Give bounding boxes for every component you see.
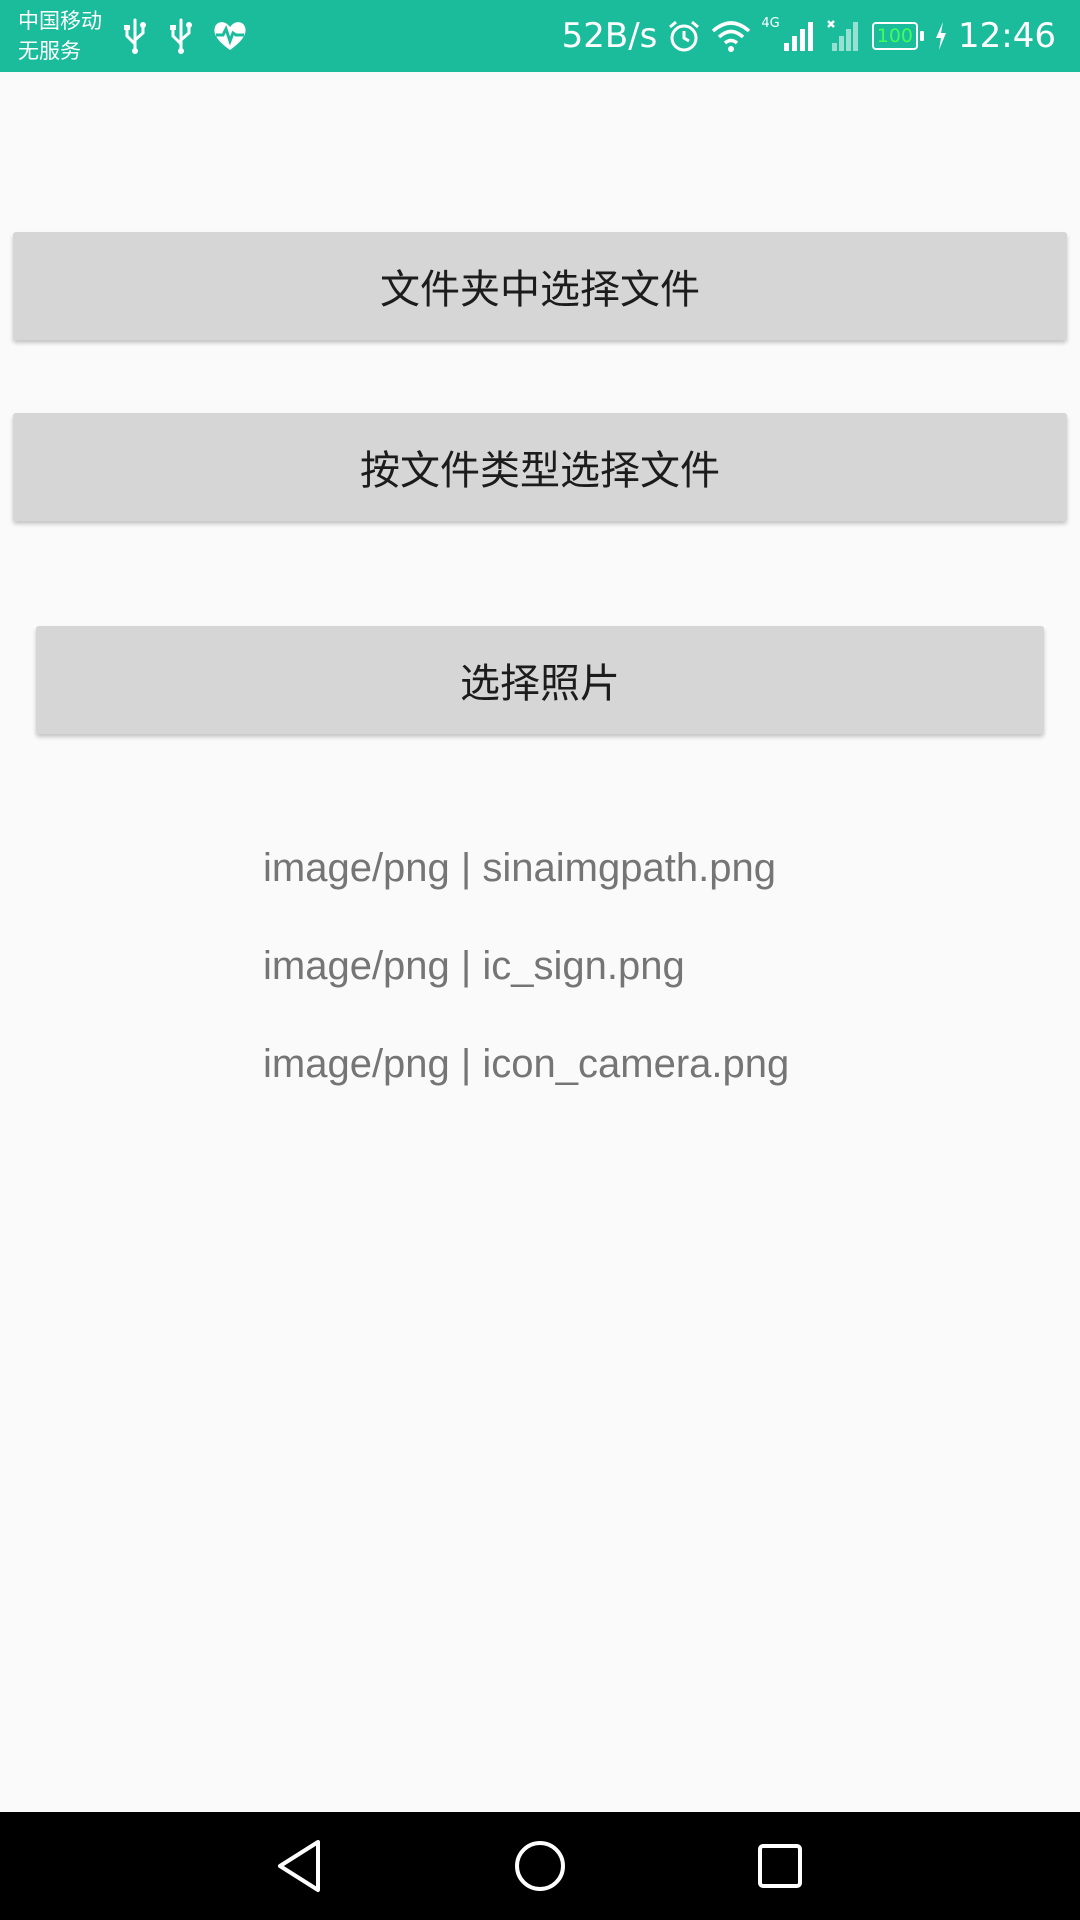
network-type: 4G <box>761 16 780 31</box>
wifi-icon <box>712 21 751 52</box>
battery-level: 100 <box>871 22 919 50</box>
battery-icon: 100 <box>871 22 925 50</box>
usb-icon <box>170 18 192 54</box>
selected-files-list: image/png | sinaimgpath.png image/png | … <box>263 840 789 1134</box>
carrier-info: 中国移动 无服务 <box>18 6 102 66</box>
selected-file-item: image/png | sinaimgpath.png <box>263 846 776 890</box>
carrier-status: 无服务 <box>18 39 81 63</box>
health-heart-icon <box>214 22 246 50</box>
notification-icons <box>120 18 248 54</box>
clock: 12:46 <box>958 16 1056 56</box>
pick-photo-button[interactable]: 选择照片 <box>36 626 1044 734</box>
pick-by-type-button[interactable]: 按文件类型选择文件 <box>13 413 1067 521</box>
status-bar: 中国移动 无服务 52B/s 4G 100 12:46 <box>0 0 1080 72</box>
alarm-icon <box>669 20 700 52</box>
no-signal-icon <box>826 20 858 51</box>
usb-icon <box>124 18 146 54</box>
system-indicators: 52B/s 4G 100 12:46 <box>562 10 1056 62</box>
carrier-name: 中国移动 <box>18 9 102 33</box>
navigation-bar <box>0 1812 1080 1920</box>
pick-from-folder-button[interactable]: 文件夹中选择文件 <box>13 232 1067 340</box>
network-speed: 52B/s <box>561 16 658 56</box>
recent-apps-icon[interactable] <box>750 1836 810 1896</box>
home-icon[interactable] <box>510 1836 570 1896</box>
selected-file-item: image/png | icon_camera.png <box>263 1042 790 1086</box>
back-icon[interactable] <box>270 1836 330 1896</box>
signal-icon <box>783 22 813 51</box>
selected-file-item: image/png | ic_sign.png <box>263 944 685 988</box>
charging-icon <box>936 22 947 50</box>
